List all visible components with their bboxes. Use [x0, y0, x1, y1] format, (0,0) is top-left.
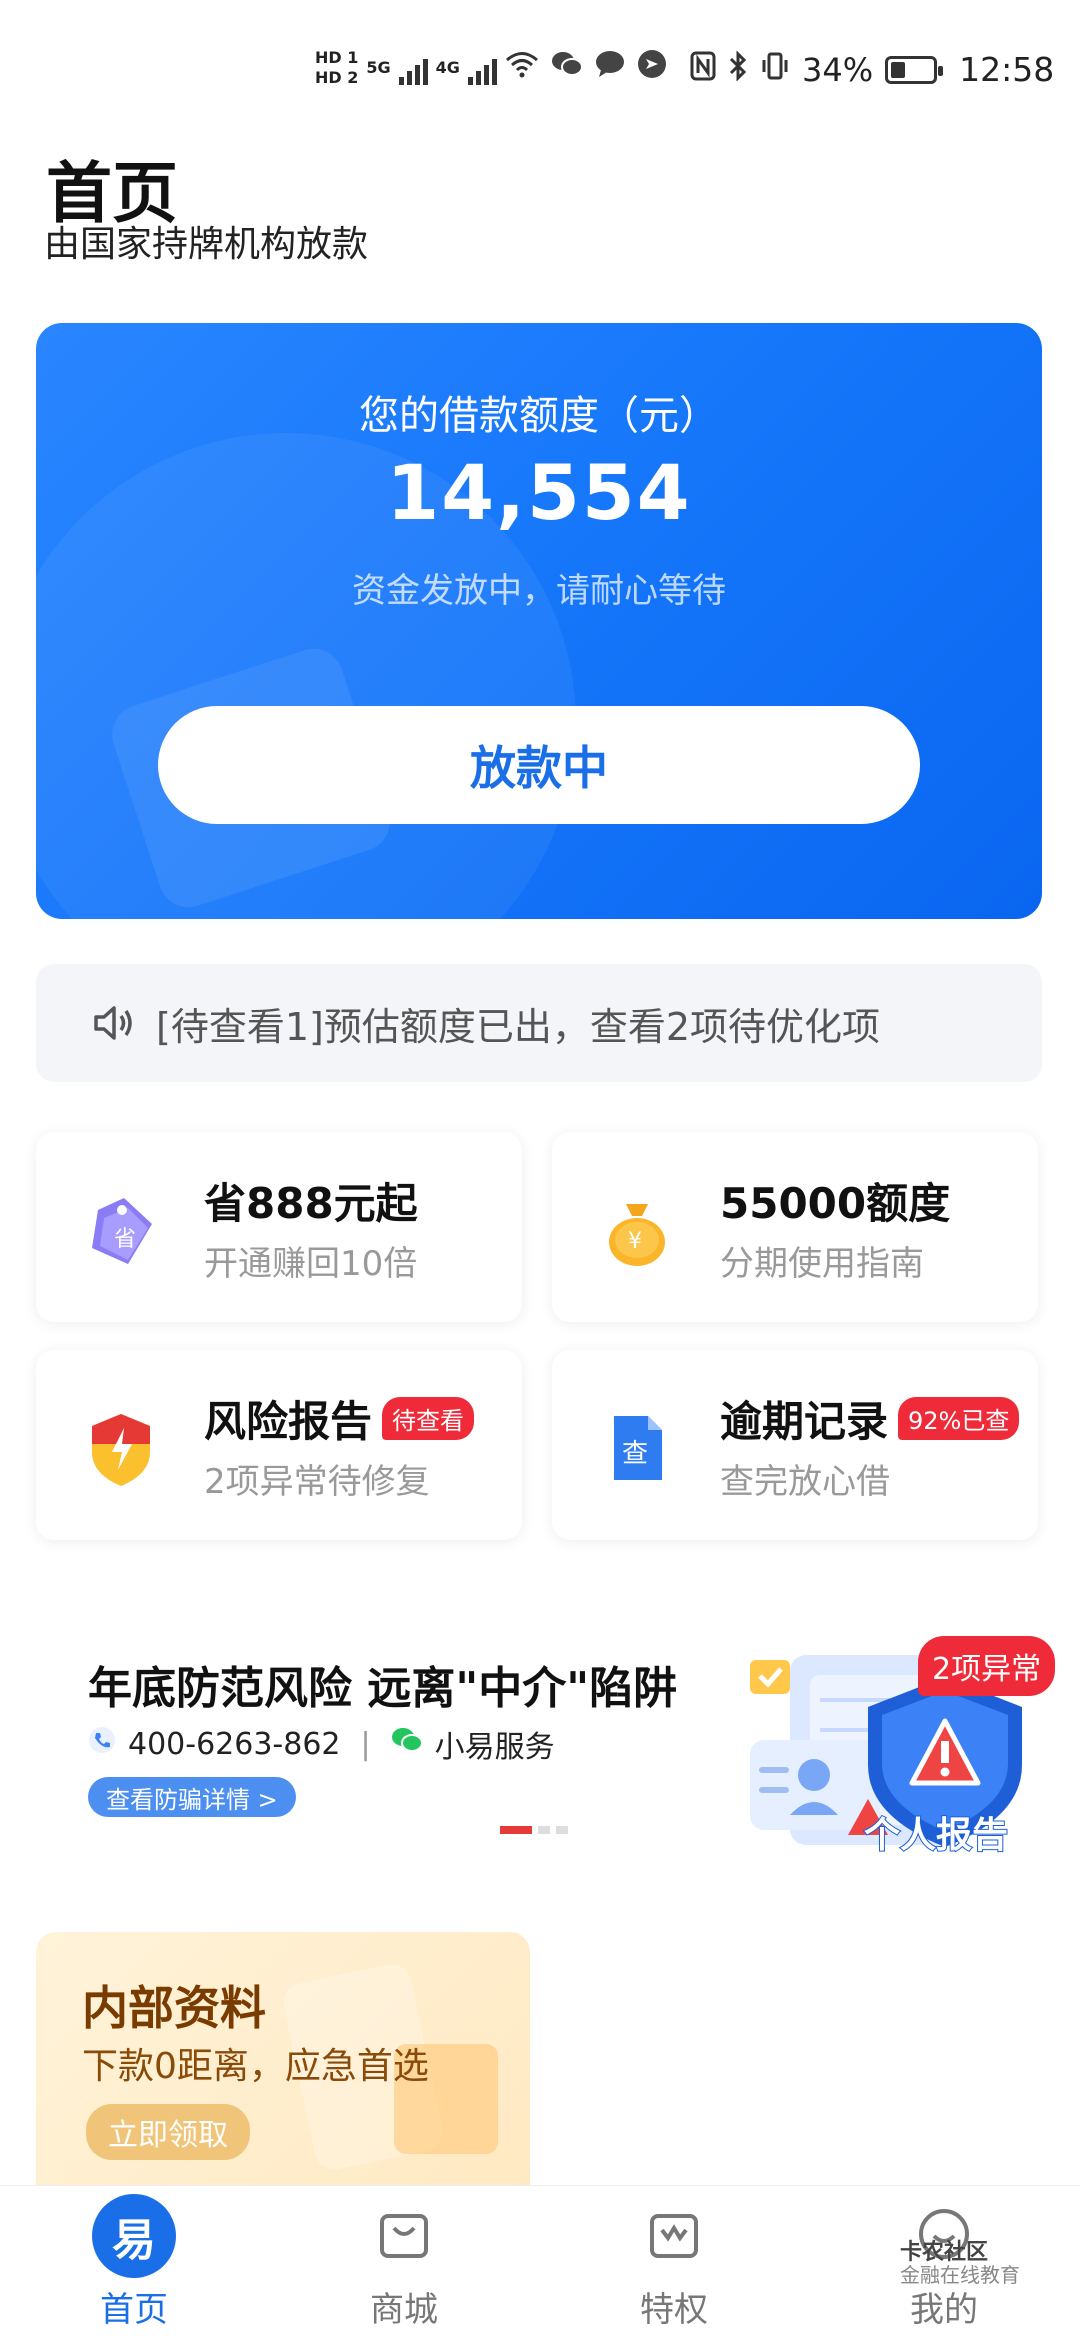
feature-card-savings[interactable]: 省 省888元起 开通赚回10倍 — [36, 1132, 522, 1322]
tab-mall[interactable]: 商城 — [304, 2186, 504, 2341]
signal-icon — [467, 51, 497, 85]
svg-text:省: 省 — [114, 1227, 136, 1252]
nfc-icon — [690, 51, 716, 89]
bottom-tab-bar: 易 首页 商城 特权 我的 卡农社区 金融在线教育 — [0, 2185, 1080, 2341]
promo-subtitle: 下款0距离，应急首选 — [82, 2046, 429, 2087]
privilege-icon — [646, 2206, 702, 2262]
app-notification-icon — [637, 49, 667, 87]
contact-separator: | — [360, 1726, 371, 1762]
feature-title: 逾期记录 92%已查 — [720, 1388, 1020, 1449]
bluetooth-icon — [728, 49, 748, 89]
wechat-icon — [551, 50, 583, 86]
carousel-dots — [500, 1826, 568, 1834]
service-phone[interactable]: 400-6263-862 — [128, 1727, 341, 1762]
risk-shield-icon — [78, 1406, 164, 1492]
disbursing-button[interactable]: 放款中 — [158, 706, 920, 824]
message-icon — [595, 50, 625, 86]
tab-home[interactable]: 易 首页 — [34, 2186, 234, 2341]
battery-percent: 34% — [802, 50, 874, 89]
tab-label: 首页 — [100, 2290, 168, 2330]
feature-subtitle: 开通赚回10倍 — [204, 1244, 418, 1284]
feature-title-text: 风险报告 — [204, 1397, 373, 1446]
carousel-dot[interactable] — [500, 1826, 532, 1834]
tab-label: 特权 — [640, 2290, 708, 2330]
carousel-dot[interactable] — [556, 1826, 568, 1834]
check-document-icon: 查 — [594, 1406, 680, 1492]
network-4g-label: 4G — [435, 58, 460, 77]
feature-card-risk-report[interactable]: 风险报告 待查看 2项异常待修复 — [36, 1350, 522, 1540]
feature-title: 风险报告 待查看 — [204, 1388, 475, 1449]
feature-card-overdue-record[interactable]: 查 逾期记录 92%已查 查完放心借 — [552, 1350, 1038, 1540]
sim1-label: HD 1 — [315, 48, 359, 67]
battery-icon — [885, 55, 944, 84]
promo-title: 内部资料 — [82, 1981, 266, 2035]
status-left: HD 1 HD 2 5G 4G — [315, 48, 667, 88]
wechat-icon — [391, 1726, 423, 1762]
discount-tag-icon: 省 — [78, 1188, 164, 1274]
clock: 12:58 — [959, 50, 1055, 89]
feature-subtitle: 分期使用指南 — [720, 1244, 924, 1284]
money-bag-icon: ¥ — [594, 1188, 680, 1274]
feature-title: 省888元起 — [204, 1170, 418, 1231]
sim-labels: HD 1 HD 2 — [315, 48, 358, 88]
notice-text: [待查看1]预估额度已出，查看2项待优化项 — [156, 1004, 881, 1049]
feature-card-limit[interactable]: ¥ 55000额度 分期使用指南 — [552, 1132, 1038, 1322]
feature-subtitle: 查完放心借 — [720, 1462, 890, 1502]
phone-icon — [88, 1726, 116, 1762]
tab-label: 我的 — [910, 2290, 978, 2330]
sim2-label: HD 2 — [315, 68, 359, 87]
carousel-dot[interactable] — [538, 1826, 550, 1834]
loan-status-text: 资金发放中，请耐心等待 — [352, 571, 726, 611]
watermark-line1: 卡农社区 — [900, 2240, 989, 2265]
svg-text:¥: ¥ — [628, 1229, 642, 1254]
notice-bar[interactable]: [待查看1]预估额度已出，查看2项待优化项 — [36, 964, 1042, 1082]
vibrate-icon — [760, 51, 790, 89]
checked-percent-badge: 92%已查 — [898, 1397, 1020, 1440]
status-bar: HD 1 HD 2 5G 4G 34% 12:58 — [0, 0, 1080, 150]
status-right: 34% 12:58 — [690, 49, 1055, 89]
feature-title-text: 省888元起 — [204, 1179, 418, 1228]
community-watermark: 卡农社区 金融在线教育 — [900, 2240, 1020, 2287]
network-5g-label: 5G — [366, 58, 391, 77]
wechat-service-name[interactable]: 小易服务 — [435, 1722, 555, 1766]
loan-limit-card: 您的借款额度（元） 14,554 资金发放中，请耐心等待 放款中 — [36, 323, 1042, 919]
watermark-line2: 金融在线教育 — [900, 2263, 1020, 2287]
feature-title-text: 55000额度 — [720, 1179, 951, 1228]
wifi-icon — [505, 50, 539, 86]
claim-now-button[interactable]: 立即领取 — [86, 2104, 250, 2160]
view-fraud-details-button[interactable]: 查看防骗详情 > — [88, 1777, 296, 1817]
status-icons — [505, 49, 667, 87]
signal-icon — [398, 51, 428, 85]
internal-materials-card[interactable]: 内部资料 下款0距离，应急首选 立即领取 — [36, 1932, 530, 2192]
loan-limit-amount: 14,554 — [386, 448, 692, 537]
svg-text:查: 查 — [622, 1439, 648, 1469]
speaker-icon — [90, 999, 138, 1047]
banner-contacts: 400-6263-862 | 小易服务 — [88, 1722, 555, 1766]
feature-subtitle: 2项异常待修复 — [204, 1462, 430, 1502]
pending-review-badge: 待查看 — [382, 1397, 475, 1440]
feature-title: 55000额度 — [720, 1170, 950, 1231]
banner-title: 年底防范风险 远离"中介"陷阱 — [88, 1663, 678, 1714]
feature-title-text: 逾期记录 — [720, 1397, 889, 1446]
personal-report-label: 个人报告 — [863, 1814, 1009, 1857]
abnormal-count-badge: 2项异常 — [918, 1636, 1056, 1696]
home-icon: 易 — [92, 2194, 176, 2278]
loan-limit-label: 您的借款额度（元） — [359, 393, 719, 439]
tab-label: 商城 — [370, 2290, 438, 2330]
page-subtitle: 由国家持牌机构放款 — [44, 224, 369, 265]
shopping-bag-icon — [376, 2206, 432, 2262]
tab-privilege[interactable]: 特权 — [574, 2186, 774, 2341]
